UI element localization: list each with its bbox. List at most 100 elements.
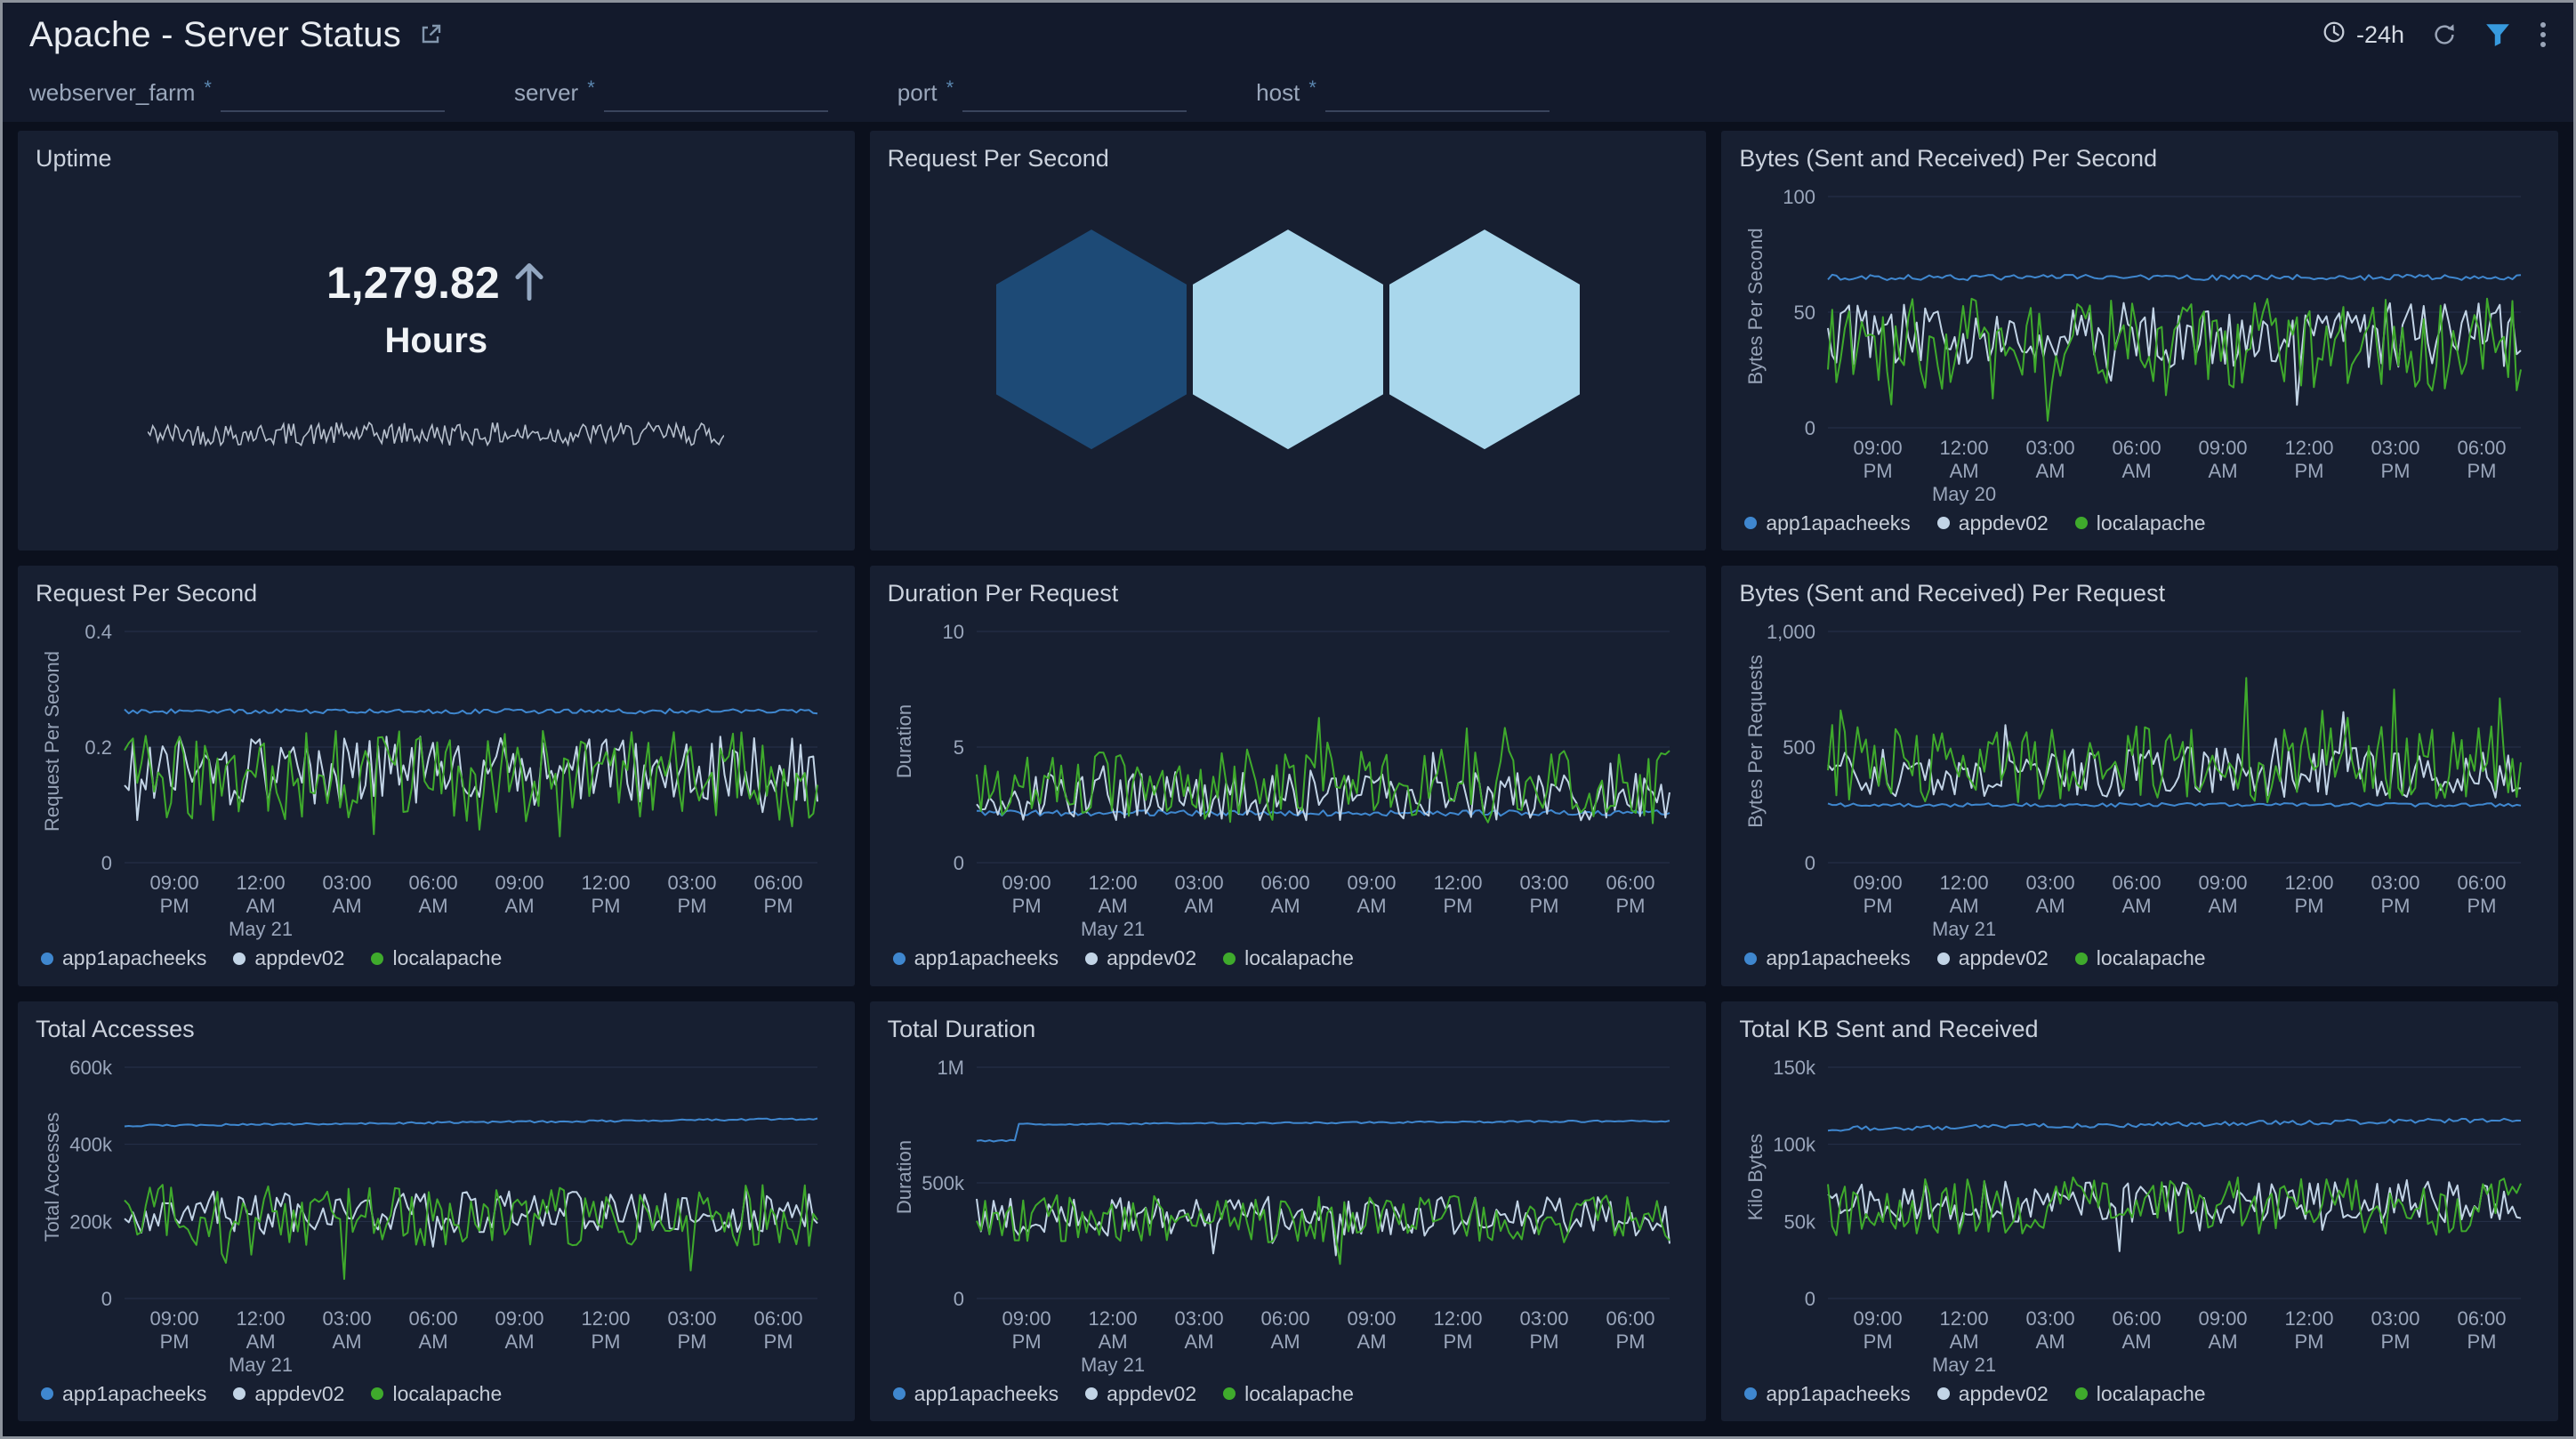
svg-text:12:00: 12:00 bbox=[581, 1307, 630, 1330]
svg-text:AM: AM bbox=[2036, 895, 2065, 917]
bytes-per-request-chart[interactable]: 05001,000Bytes Per Requests09:00PM12:00A… bbox=[1739, 609, 2540, 941]
legend-item[interactable]: appdev02 bbox=[233, 946, 344, 970]
legend-item[interactable]: appdev02 bbox=[1937, 511, 2049, 535]
legend-item[interactable]: localapache bbox=[2075, 1382, 2206, 1406]
request-per-second-chart[interactable]: 00.20.4Request Per Second09:00PM12:00AMM… bbox=[36, 609, 837, 941]
svg-text:0: 0 bbox=[1805, 1288, 1815, 1310]
total-kb-chart[interactable]: 050k100k150kKilo Bytes09:00PM12:00AMMay … bbox=[1739, 1045, 2540, 1377]
legend-dot bbox=[893, 953, 906, 965]
server-input[interactable] bbox=[604, 77, 828, 112]
chart-legend: app1apacheeks appdev02 localapache bbox=[888, 942, 1689, 976]
legend-item[interactable]: app1apacheeks bbox=[893, 1382, 1059, 1406]
legend-item[interactable]: localapache bbox=[1223, 1382, 1354, 1406]
filter-label: port bbox=[898, 79, 938, 112]
legend-item[interactable]: appdev02 bbox=[1937, 946, 2049, 970]
svg-text:06:00: 06:00 bbox=[1606, 872, 1654, 894]
honeycomb-cell[interactable] bbox=[996, 229, 1187, 449]
filter-bar: webserver_farm * server * port * host * bbox=[3, 67, 2573, 122]
legend-item[interactable]: appdev02 bbox=[1937, 1382, 2049, 1406]
svg-text:03:00: 03:00 bbox=[667, 872, 716, 894]
svg-text:06:00: 06:00 bbox=[1260, 872, 1309, 894]
chart-legend: app1apacheeks appdev02 localapache bbox=[1739, 942, 2540, 976]
svg-text:09:00: 09:00 bbox=[1002, 1307, 1051, 1330]
legend-label: app1apacheeks bbox=[62, 946, 206, 970]
legend-item[interactable]: app1apacheeks bbox=[1744, 946, 1910, 970]
port-input[interactable] bbox=[962, 77, 1187, 112]
legend-dot bbox=[1085, 953, 1098, 965]
time-range-control[interactable]: -24h bbox=[2321, 19, 2404, 52]
svg-text:PM: PM bbox=[2381, 895, 2411, 917]
bytes-per-second-chart[interactable]: 050100Bytes Per Second09:00PM12:00AMMay … bbox=[1739, 174, 2540, 506]
panel-duration-per-request: Duration Per Request 0510Duration09:00PM… bbox=[870, 566, 1707, 985]
chart-legend: app1apacheeks appdev02 localapache bbox=[888, 1377, 1689, 1411]
open-in-new-icon[interactable] bbox=[417, 21, 444, 48]
svg-text:1M: 1M bbox=[937, 1057, 964, 1079]
svg-text:09:00: 09:00 bbox=[1854, 872, 1903, 894]
svg-text:09:00: 09:00 bbox=[1854, 437, 1903, 459]
legend-item[interactable]: localapache bbox=[1223, 946, 1354, 970]
honeycomb bbox=[888, 139, 1689, 540]
svg-text:09:00: 09:00 bbox=[495, 1307, 543, 1330]
legend-item[interactable]: app1apacheeks bbox=[893, 946, 1059, 970]
honeycomb-cell[interactable] bbox=[1389, 229, 1580, 449]
svg-text:100: 100 bbox=[1783, 186, 1816, 208]
chart-legend: app1apacheeks appdev02 localapache bbox=[1739, 506, 2540, 540]
svg-text:10: 10 bbox=[942, 621, 963, 643]
svg-text:12:00: 12:00 bbox=[1433, 872, 1482, 894]
legend-dot bbox=[1223, 953, 1236, 965]
legend-item[interactable]: app1apacheeks bbox=[1744, 1382, 1910, 1406]
svg-text:PM: PM bbox=[1529, 1330, 1558, 1353]
honeycomb-cell[interactable] bbox=[1193, 229, 1383, 449]
legend-item[interactable]: localapache bbox=[371, 946, 502, 970]
svg-text:PM: PM bbox=[1864, 460, 1893, 482]
svg-text:06:00: 06:00 bbox=[2113, 1307, 2161, 1330]
svg-text:09:00: 09:00 bbox=[495, 872, 543, 894]
host-input[interactable] bbox=[1325, 77, 1550, 112]
duration-per-request-chart[interactable]: 0510Duration09:00PM12:00AMMay 2103:00AM0… bbox=[888, 609, 1689, 941]
svg-text:AM: AM bbox=[2209, 895, 2238, 917]
legend-item[interactable]: app1apacheeks bbox=[41, 946, 206, 970]
svg-text:PM: PM bbox=[1011, 895, 1041, 917]
svg-text:09:00: 09:00 bbox=[1347, 872, 1396, 894]
legend-label: appdev02 bbox=[1959, 511, 2049, 535]
legend-item[interactable]: appdev02 bbox=[1085, 1382, 1196, 1406]
required-asterisk: * bbox=[946, 76, 954, 112]
filter-field-host: host * bbox=[1256, 76, 1550, 112]
dashboard-root: Apache - Server Status -24h bbox=[0, 0, 2576, 1439]
svg-text:AM: AM bbox=[1098, 895, 1127, 917]
legend-item[interactable]: app1apacheeks bbox=[41, 1382, 206, 1406]
filter-label: webserver_farm bbox=[29, 79, 195, 112]
svg-text:AM: AM bbox=[1184, 895, 1213, 917]
total-duration-chart[interactable]: 0500k1MDuration09:00PM12:00AMMay 2103:00… bbox=[888, 1045, 1689, 1377]
svg-text:06:00: 06:00 bbox=[1606, 1307, 1654, 1330]
legend-item[interactable]: localapache bbox=[2075, 511, 2206, 535]
legend-item[interactable]: localapache bbox=[371, 1382, 502, 1406]
svg-text:AM: AM bbox=[1184, 1330, 1213, 1353]
legend-item[interactable]: appdev02 bbox=[1085, 946, 1196, 970]
svg-text:PM: PM bbox=[1615, 1330, 1645, 1353]
svg-text:09:00: 09:00 bbox=[1002, 872, 1051, 894]
total-accesses-chart[interactable]: 0200k400k600kTotal Accesses09:00PM12:00A… bbox=[36, 1045, 837, 1377]
kebab-menu-icon[interactable] bbox=[2538, 20, 2548, 50]
svg-text:0: 0 bbox=[1805, 417, 1815, 439]
legend-item[interactable]: appdev02 bbox=[233, 1382, 344, 1406]
svg-text:12:00: 12:00 bbox=[1433, 1307, 1482, 1330]
svg-text:03:00: 03:00 bbox=[323, 872, 372, 894]
legend-item[interactable]: app1apacheeks bbox=[1744, 511, 1910, 535]
panel-title: Duration Per Request bbox=[888, 580, 1689, 607]
svg-text:AM: AM bbox=[1950, 460, 1979, 482]
refresh-icon[interactable] bbox=[2431, 21, 2458, 48]
svg-text:100k: 100k bbox=[1774, 1133, 1817, 1155]
legend-label: appdev02 bbox=[1959, 1382, 2049, 1406]
filter-icon[interactable] bbox=[2484, 21, 2511, 48]
legend-dot bbox=[893, 1387, 906, 1400]
svg-text:0.4: 0.4 bbox=[85, 621, 112, 643]
legend-label: localapache bbox=[2097, 1382, 2206, 1406]
svg-text:09:00: 09:00 bbox=[2199, 872, 2248, 894]
legend-label: app1apacheeks bbox=[914, 946, 1059, 970]
svg-text:09:00: 09:00 bbox=[150, 1307, 199, 1330]
webserver-farm-input[interactable] bbox=[221, 77, 445, 112]
legend-item[interactable]: localapache bbox=[2075, 946, 2206, 970]
svg-text:AM: AM bbox=[2036, 460, 2065, 482]
legend-label: appdev02 bbox=[254, 1382, 344, 1406]
